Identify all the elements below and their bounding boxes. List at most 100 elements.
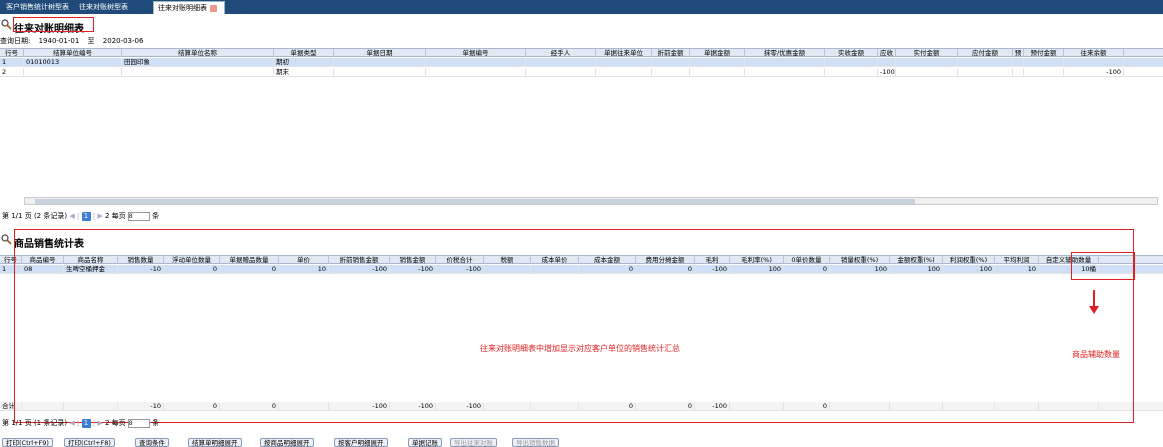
tab-account-tree[interactable]: 往来对账树型表 <box>75 1 145 14</box>
table-row[interactable]: 2 期末 -100 -100 <box>0 68 1163 77</box>
date-label: 查询日期: <box>0 37 31 45</box>
date-from: 1940-01-01 <box>38 37 80 45</box>
per-page-label: 每页 <box>111 419 126 427</box>
table-cell <box>896 68 958 77</box>
table-cell: 期末 <box>274 68 334 77</box>
export-account-button[interactable]: 导出往来对账 <box>450 438 497 447</box>
date-to: 2020-03-06 <box>102 37 144 45</box>
column-header[interactable]: 应付金额 <box>958 49 1013 57</box>
horizontal-scrollbar[interactable] <box>24 197 1158 205</box>
table-cell <box>334 58 426 67</box>
table-cell <box>958 68 1013 77</box>
column-header[interactable]: 应收 <box>878 49 896 57</box>
table-header: 行号 结算单位编号 结算单位名称 单据类型 单据日期 单据编号 经手人 单据往来单位 折前金额单… <box>0 48 1163 57</box>
table-cell <box>652 58 690 67</box>
column-header[interactable]: 单据编号 <box>426 49 526 57</box>
per-page-label: 每页 <box>111 212 126 220</box>
column-header[interactable]: 结算单位名称 <box>122 49 274 57</box>
highlight-box-title <box>13 17 94 32</box>
post-document-button[interactable]: 单据记账 <box>408 438 442 447</box>
export-sales-button[interactable]: 导出销售数据 <box>512 438 559 447</box>
column-header[interactable]: 单据类型 <box>274 49 334 57</box>
table-cell <box>24 68 122 77</box>
table-cell: -100 <box>880 68 896 77</box>
table-cell <box>122 68 274 77</box>
expand-settlement-button[interactable]: 结算单明细展开 <box>188 438 242 447</box>
table-cell <box>745 58 825 67</box>
tab-account-detail[interactable]: 往来对账明细表 <box>153 1 225 14</box>
tab-bar: 客户销售统计树型表 往来对账树型表 往来对账明细表 <box>0 0 1163 14</box>
column-header[interactable]: 经手人 <box>526 49 596 57</box>
table-cell <box>526 58 596 67</box>
table-cell: -100 <box>1064 68 1124 77</box>
expand-customer-button[interactable]: 按客户明细展开 <box>334 438 388 447</box>
table-cell <box>426 68 526 77</box>
table-cell <box>1024 68 1064 77</box>
column-header[interactable]: 单据金额 <box>690 49 745 57</box>
table-cell <box>690 58 745 67</box>
column-header[interactable]: 单据往来单位 <box>596 49 652 57</box>
next-page-icon[interactable]: | ▶ <box>93 212 103 220</box>
table-cell <box>878 58 896 67</box>
column-header[interactable]: 单据日期 <box>334 49 426 57</box>
table-cell <box>896 58 958 67</box>
print-button-2[interactable]: 打印(Ctrl+F8) <box>64 438 115 447</box>
table-cell <box>526 68 596 77</box>
annotation-right: 商品辅助数量 <box>1072 350 1120 359</box>
page-next[interactable]: 2 <box>105 212 109 220</box>
scrollbar-thumb[interactable] <box>35 199 915 204</box>
top-pager: 第 1/1 页 (2 条记录) ◀ | 1 | ▶ 2 每页 条 <box>2 211 159 221</box>
column-header[interactable]: 实收金额 <box>825 49 878 57</box>
column-header[interactable]: 折前金额 <box>652 49 690 57</box>
table-cell <box>426 58 526 67</box>
column-header[interactable]: 结算单位编号 <box>24 49 122 57</box>
table-cell <box>690 68 745 77</box>
close-icon[interactable] <box>210 4 217 12</box>
date-to-label: 至 <box>87 37 95 45</box>
page-info: 第 1/1 页 (1 条记录) <box>2 419 68 427</box>
table-cell <box>1064 58 1124 67</box>
table-row[interactable]: 1 01010013 田园印象 期初 <box>0 58 1163 67</box>
table-cell: 2 <box>0 68 24 77</box>
page-current[interactable]: 1 <box>81 212 91 221</box>
page-next[interactable]: 2 <box>105 419 109 427</box>
bottom-pager: 第 1/1 页 (1 条记录) ◀ | 1 | ▶ 2 每页 条 <box>2 418 159 428</box>
print-button-1[interactable]: 打印(Ctrl+F9) <box>2 438 53 447</box>
page-info: 第 1/1 页 (2 条记录) <box>2 212 68 220</box>
table-cell <box>596 68 652 77</box>
table-cell <box>958 58 1013 67</box>
column-header[interactable]: 往来余额 <box>1064 49 1124 57</box>
expand-product-button[interactable]: 按商品明细展开 <box>260 438 314 447</box>
search-icon <box>1 234 12 245</box>
table-cell <box>1013 68 1024 77</box>
column-header[interactable]: 抹零/优惠金额 <box>745 49 825 57</box>
per-page-unit: 条 <box>152 419 160 427</box>
table-cell <box>334 68 426 77</box>
annotation-center: 往来对账明细表中增加显示对应客户单位的销售统计汇总 <box>480 344 680 353</box>
column-header[interactable]: 预 <box>1013 49 1024 57</box>
per-page-unit: 条 <box>152 212 160 220</box>
column-header[interactable]: 实付金额 <box>896 49 958 57</box>
tab-customer-sales-tree[interactable]: 客户销售统计树型表 <box>2 1 72 14</box>
page-current[interactable]: 1 <box>81 419 91 428</box>
column-header[interactable]: 行号 <box>0 49 24 57</box>
column-header[interactable]: 预付金额 <box>1024 49 1064 57</box>
next-page-icon[interactable]: | ▶ <box>93 419 103 427</box>
table-cell <box>1013 58 1024 67</box>
table-cell: 田园印象 <box>122 58 274 67</box>
table-cell <box>745 68 825 77</box>
per-page-input[interactable] <box>127 419 150 428</box>
date-range: 查询日期: 1940-01-01 至 2020-03-06 <box>0 36 149 46</box>
table-cell: 1 <box>0 58 24 67</box>
query-condition-button[interactable]: 查询条件 <box>135 438 169 447</box>
prev-page-icon[interactable]: ◀ | <box>69 212 79 220</box>
table-cell: 01010013 <box>24 58 122 67</box>
tab-label: 往来对账明细表 <box>158 4 207 12</box>
per-page-input[interactable] <box>127 212 150 221</box>
arrow-down-icon <box>1089 306 1099 314</box>
table-cell <box>1024 58 1064 67</box>
search-icon <box>1 19 12 30</box>
prev-page-icon[interactable]: ◀ | <box>69 419 79 427</box>
table-cell <box>596 58 652 67</box>
table-cell <box>652 68 690 77</box>
